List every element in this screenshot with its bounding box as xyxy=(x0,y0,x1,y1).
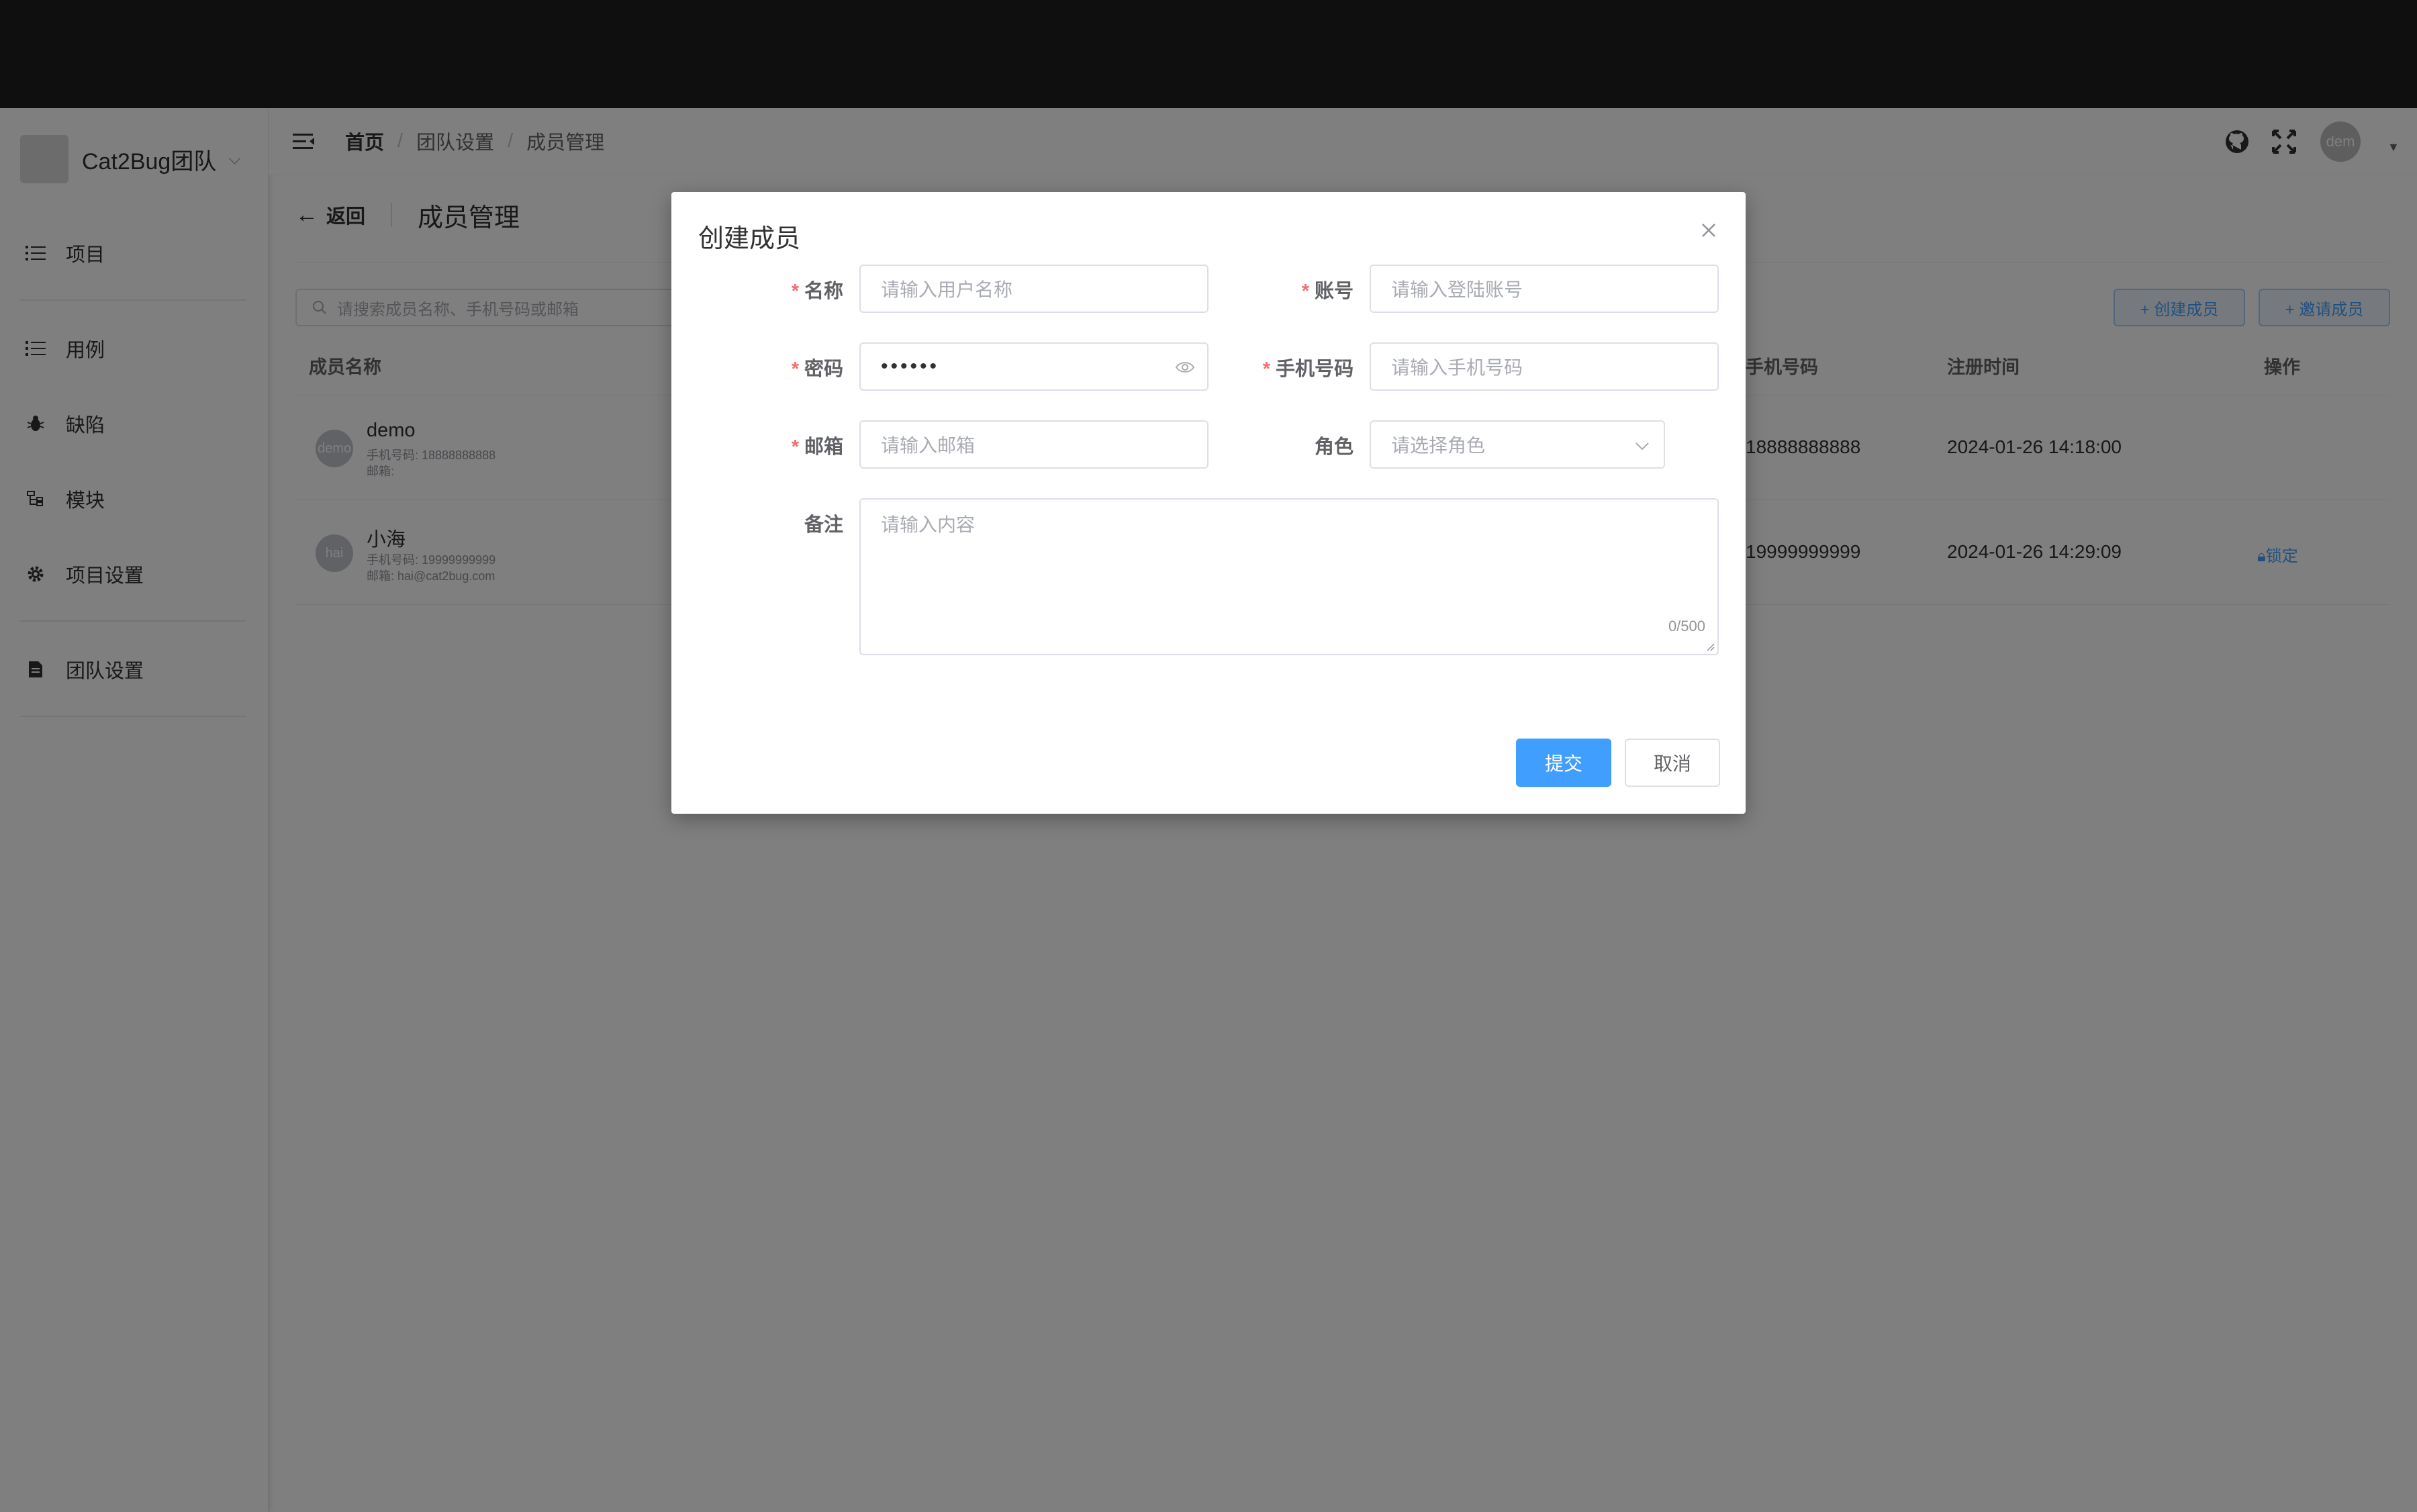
password-input[interactable]: •••••• xyxy=(859,342,1208,391)
role-label: 角色 xyxy=(1314,436,1354,458)
eye-icon[interactable] xyxy=(1175,359,1195,376)
password-label: * 密码 xyxy=(791,359,843,380)
submit-button[interactable]: 提交 xyxy=(1516,739,1611,787)
name-input[interactable]: 请输入用户名称 xyxy=(859,265,1208,313)
chevron-down-icon xyxy=(1636,442,1649,451)
phone-label: * 手机号码 xyxy=(1262,359,1354,380)
resize-grip-icon[interactable] xyxy=(1705,642,1715,651)
email-label: * 邮箱 xyxy=(791,436,843,458)
cancel-button[interactable]: 取消 xyxy=(1625,739,1720,787)
name-label: * 名称 xyxy=(791,281,843,302)
remark-char-counter: 0/500 xyxy=(1668,618,1705,634)
remark-label: 备注 xyxy=(804,514,843,536)
dialog-title: 创建成员 xyxy=(698,225,801,253)
phone-input[interactable]: 请输入手机号码 xyxy=(1370,342,1719,391)
email-input[interactable]: 请输入邮箱 xyxy=(859,420,1208,469)
account-input[interactable]: 请输入登陆账号 xyxy=(1370,265,1719,313)
close-icon[interactable] xyxy=(1699,220,1719,240)
create-member-dialog: 创建成员 * 名称 请输入用户名称 * 账号 请输入登陆账号 * 密码 •••••• … xyxy=(671,192,1746,814)
remark-textarea[interactable]: 请输入内容 0/500 xyxy=(859,498,1719,655)
role-select[interactable]: 请选择角色 xyxy=(1370,420,1665,469)
account-label: * 账号 xyxy=(1301,281,1354,302)
